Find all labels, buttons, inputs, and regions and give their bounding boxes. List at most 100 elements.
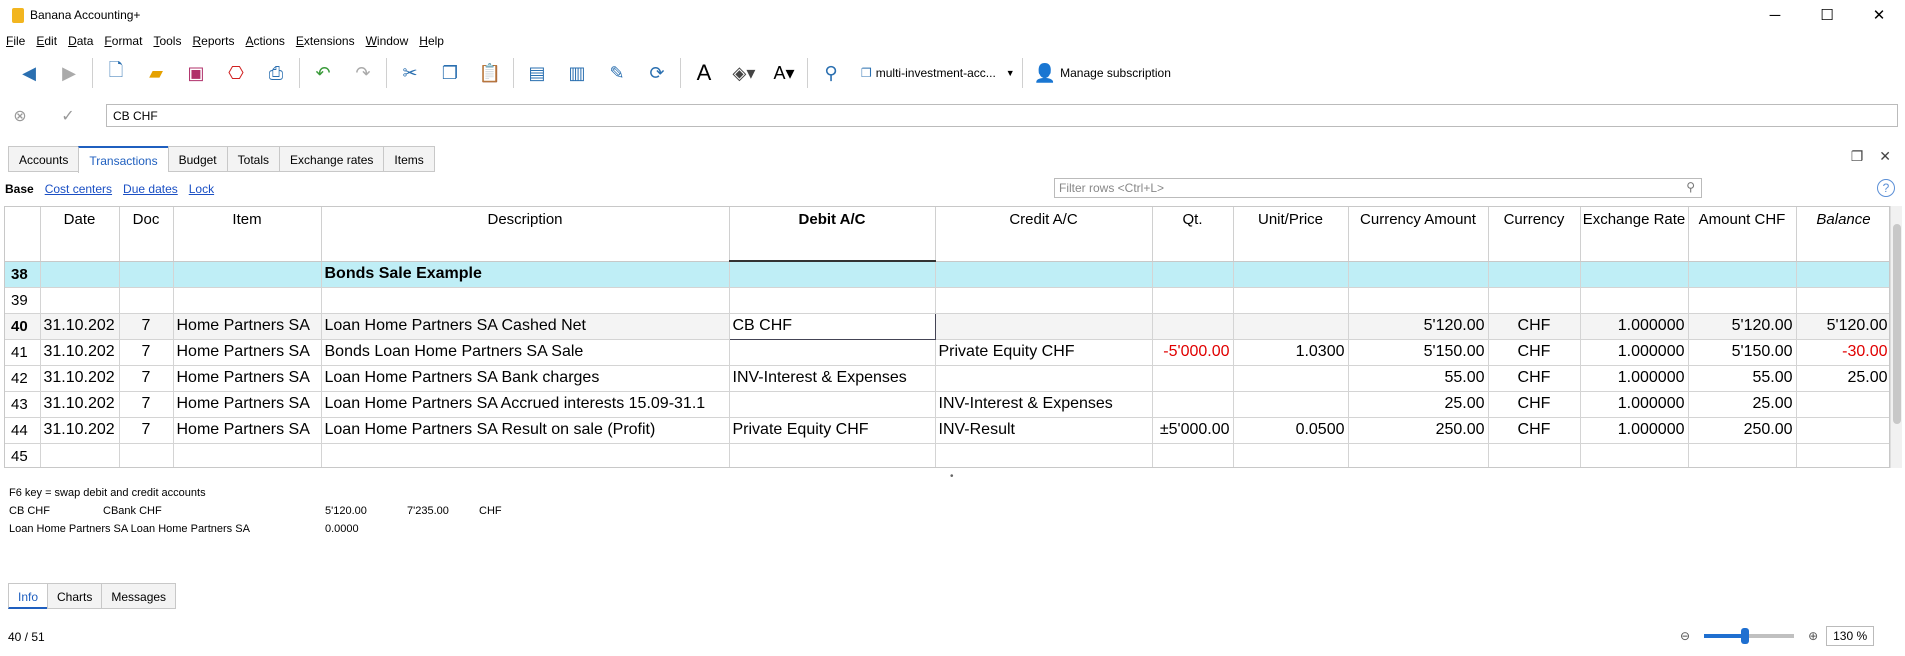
- cell-balance[interactable]: -30.00: [1796, 339, 1889, 366]
- cell-doc[interactable]: 7: [119, 339, 174, 366]
- back-icon[interactable]: ◀: [9, 56, 49, 90]
- cell-qty[interactable]: [1152, 391, 1234, 418]
- font-icon[interactable]: A: [684, 56, 724, 90]
- tab-totals[interactable]: Totals: [226, 146, 280, 172]
- tab-items[interactable]: Items: [383, 146, 435, 172]
- tab-accounts[interactable]: Accounts: [8, 146, 79, 172]
- cell-balance[interactable]: [1796, 391, 1889, 418]
- add-row-icon[interactable]: ▤: [517, 56, 557, 90]
- cell-debit-selected[interactable]: CB CHF: [728, 312, 936, 340]
- table-row[interactable]: 41 31.10.202 7 Home Partners SA Bonds Lo…: [5, 339, 1889, 366]
- column-header[interactable]: Date: [40, 207, 120, 262]
- tab-transactions[interactable]: Transactions: [78, 146, 168, 173]
- minimize-button[interactable]: ─: [1749, 0, 1801, 30]
- cell-rate[interactable]: [1580, 261, 1689, 288]
- panel-splitter-handle[interactable]: •: [950, 471, 954, 482]
- menu-actions[interactable]: Actions: [246, 34, 285, 48]
- cell-price[interactable]: [1233, 391, 1349, 418]
- restore-window-icon[interactable]: ❐: [1851, 148, 1864, 165]
- cell-currency[interactable]: [1488, 443, 1581, 467]
- cell-balance[interactable]: [1796, 287, 1889, 314]
- cell-doc[interactable]: [119, 443, 174, 467]
- cell-credit[interactable]: [935, 365, 1153, 392]
- cell-date[interactable]: [40, 261, 120, 288]
- open-folder-icon[interactable]: ▰: [136, 56, 176, 90]
- menu-extensions[interactable]: Extensions: [296, 34, 355, 48]
- cell-credit[interactable]: [935, 287, 1153, 314]
- cell-qty[interactable]: [1152, 261, 1234, 288]
- row-number[interactable]: 39: [5, 287, 41, 314]
- cell-debit[interactable]: [729, 287, 936, 314]
- cell-currency-amount[interactable]: 25.00: [1348, 391, 1489, 418]
- copy-icon[interactable]: ❐: [430, 56, 470, 90]
- column-header[interactable]: Debit A/C: [729, 207, 936, 262]
- confirm-edit-icon[interactable]: ✓: [48, 102, 88, 130]
- scrollbar-thumb[interactable]: [1893, 224, 1901, 424]
- column-header[interactable]: Credit A/C: [935, 207, 1153, 262]
- cell-doc[interactable]: [119, 287, 174, 314]
- menu-edit[interactable]: Edit: [36, 34, 57, 48]
- column-header[interactable]: Description: [321, 207, 730, 262]
- recalculate-icon[interactable]: ⟳: [637, 56, 677, 90]
- column-header[interactable]: Amount CHF: [1688, 207, 1797, 262]
- cell-currency[interactable]: [1488, 287, 1581, 314]
- cell-debit[interactable]: [729, 391, 936, 418]
- cell-rate[interactable]: [1580, 287, 1689, 314]
- redo-icon[interactable]: ↷: [343, 56, 383, 90]
- text-color-icon[interactable]: A▾: [764, 56, 804, 90]
- cell-price[interactable]: [1233, 261, 1349, 288]
- table-row[interactable]: 43 31.10.202 7 Home Partners SA Loan Hom…: [5, 391, 1889, 418]
- table-row[interactable]: 42 31.10.202 7 Home Partners SA Loan Hom…: [5, 365, 1889, 392]
- column-header[interactable]: Unit/Price: [1233, 207, 1349, 262]
- vertical-scrollbar[interactable]: [1890, 206, 1902, 468]
- cell-qty[interactable]: ±5'000.00: [1152, 417, 1234, 444]
- zoom-out-icon[interactable]: ⊖: [1680, 629, 1690, 643]
- cell-currency[interactable]: CHF: [1488, 417, 1581, 444]
- cell-amount[interactable]: 5'150.00: [1688, 339, 1797, 366]
- pdf-icon[interactable]: ⎔: [216, 56, 256, 90]
- table-row[interactable]: 45: [5, 443, 1889, 467]
- row-number[interactable]: 38: [5, 261, 41, 288]
- zoom-slider[interactable]: [1704, 628, 1795, 644]
- cell-balance[interactable]: 25.00: [1796, 365, 1889, 392]
- column-header[interactable]: Item: [173, 207, 322, 262]
- cell-date[interactable]: 31.10.202: [40, 365, 120, 392]
- cell-currency[interactable]: CHF: [1488, 313, 1581, 340]
- cell-credit[interactable]: [935, 313, 1153, 340]
- cell-item[interactable]: [173, 443, 322, 467]
- cell-currency-amount[interactable]: 5'120.00: [1348, 313, 1489, 340]
- search-icon[interactable]: ⚲: [811, 56, 851, 90]
- cell-date[interactable]: [40, 443, 120, 467]
- menu-window[interactable]: Window: [366, 34, 409, 48]
- maximize-button[interactable]: ☐: [1801, 0, 1853, 30]
- zoom-slider-knob[interactable]: [1740, 628, 1749, 644]
- column-header[interactable]: Exchange Rate: [1580, 207, 1689, 262]
- tab-charts[interactable]: Charts: [47, 583, 102, 609]
- column-header[interactable]: Currency: [1488, 207, 1581, 262]
- menu-file[interactable]: File: [6, 34, 25, 48]
- cell-credit[interactable]: INV-Result: [935, 417, 1153, 444]
- cell-price[interactable]: [1233, 313, 1349, 340]
- row-number[interactable]: 45: [5, 443, 41, 467]
- forward-icon[interactable]: ▶: [49, 56, 89, 90]
- cell-item[interactable]: Home Partners SA: [173, 391, 322, 418]
- cell-price[interactable]: [1233, 287, 1349, 314]
- cell-qty[interactable]: [1152, 443, 1234, 467]
- cell-amount[interactable]: [1688, 443, 1797, 467]
- menu-reports[interactable]: Reports: [192, 34, 234, 48]
- cell-price[interactable]: [1233, 365, 1349, 392]
- cell-date[interactable]: [40, 287, 120, 314]
- cell-currency-amount[interactable]: 5'150.00: [1348, 339, 1489, 366]
- column-header[interactable]: Currency Amount: [1348, 207, 1489, 262]
- cell-item[interactable]: [173, 287, 322, 314]
- table-row[interactable]: 44 31.10.202 7 Home Partners SA Loan Hom…: [5, 417, 1889, 444]
- help-icon[interactable]: ?: [1877, 179, 1895, 197]
- row-number[interactable]: 40: [5, 313, 41, 340]
- row-number[interactable]: 41: [5, 339, 41, 366]
- cell-doc[interactable]: 7: [119, 417, 174, 444]
- cell-date[interactable]: 31.10.202: [40, 313, 120, 340]
- table-row[interactable]: 39: [5, 287, 1889, 314]
- cell-credit[interactable]: [935, 261, 1153, 288]
- cell-debit[interactable]: Private Equity CHF: [729, 417, 936, 444]
- cell-item[interactable]: Home Partners SA: [173, 313, 322, 340]
